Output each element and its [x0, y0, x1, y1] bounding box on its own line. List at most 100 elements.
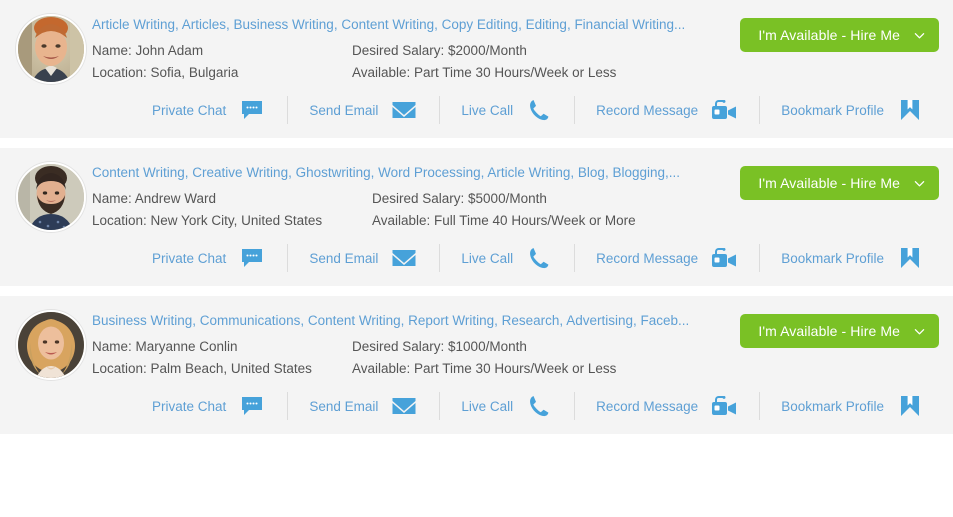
info-column-identity: Name: Maryanne Conlin Location: Palm Bea… — [92, 336, 352, 380]
hire-button-container: I'm Available - Hire Me — [740, 308, 943, 348]
record-message-label: Record Message — [596, 102, 699, 118]
bookmark-profile-action[interactable]: Bookmark Profile — [759, 244, 945, 272]
chevron-down-icon — [914, 30, 925, 41]
bookmark-icon — [897, 394, 923, 418]
phone-icon — [526, 98, 552, 122]
availability: Available: Full Time 40 Hours/Week or Mo… — [372, 213, 636, 228]
bookmark-profile-label: Bookmark Profile — [781, 102, 884, 118]
hire-me-label: I'm Available - Hire Me — [758, 323, 900, 339]
avatar[interactable] — [16, 14, 86, 84]
bookmark-icon — [897, 246, 923, 270]
send-email-label: Send Email — [309, 398, 379, 414]
hire-me-button[interactable]: I'm Available - Hire Me — [740, 18, 939, 52]
chat-bubble-icon — [239, 98, 265, 122]
phone-icon — [526, 246, 552, 270]
card-details: Article Writing, Articles, Business Writ… — [92, 12, 740, 84]
bookmark-profile-label: Bookmark Profile — [781, 398, 884, 414]
profile-card: Business Writing, Communications, Conten… — [0, 296, 953, 434]
record-message-action[interactable]: Record Message — [574, 96, 759, 124]
action-bar: Private Chat Send Email Live Call Record… — [0, 232, 953, 286]
hire-button-container: I'm Available - Hire Me — [740, 160, 943, 200]
bookmark-profile-action[interactable]: Bookmark Profile — [759, 392, 945, 420]
card-header: Content Writing, Creative Writing, Ghost… — [0, 148, 953, 232]
hire-me-label: I'm Available - Hire Me — [758, 175, 900, 191]
video-camera-icon — [711, 246, 737, 270]
chevron-down-icon — [914, 178, 925, 189]
action-bar: Private Chat Send Email Live Call Record… — [0, 84, 953, 138]
live-call-action[interactable]: Live Call — [439, 244, 574, 272]
video-camera-icon — [711, 394, 737, 418]
profile-name: Name: John Adam — [92, 43, 204, 58]
record-message-action[interactable]: Record Message — [574, 392, 759, 420]
live-call-action[interactable]: Live Call — [439, 96, 574, 124]
info-column-terms: Desired Salary: $1000/Month Available: P… — [352, 336, 736, 380]
profile-card: Content Writing, Creative Writing, Ghost… — [0, 148, 953, 286]
profile-location: Location: Sofia, Bulgaria — [92, 65, 239, 80]
live-call-label: Live Call — [461, 250, 514, 266]
send-email-action[interactable]: Send Email — [287, 96, 439, 124]
live-call-action[interactable]: Live Call — [439, 392, 574, 420]
envelope-icon — [391, 246, 417, 270]
profile-name: Name: Andrew Ward — [92, 191, 217, 206]
card-details: Business Writing, Communications, Conten… — [92, 308, 740, 380]
record-message-label: Record Message — [596, 398, 699, 414]
profile-location: Location: Palm Beach, United States — [92, 361, 312, 376]
action-bar: Private Chat Send Email Live Call Record… — [0, 380, 953, 434]
avatar-container — [10, 308, 92, 380]
record-message-action[interactable]: Record Message — [574, 244, 759, 272]
send-email-label: Send Email — [309, 250, 379, 266]
live-call-label: Live Call — [461, 102, 514, 118]
availability: Available: Part Time 30 Hours/Week or Le… — [352, 361, 617, 376]
skills-link[interactable]: Business Writing, Communications, Conten… — [92, 312, 732, 330]
info-column-identity: Name: John Adam Location: Sofia, Bulgari… — [92, 40, 352, 84]
card-details: Content Writing, Creative Writing, Ghost… — [92, 160, 740, 232]
hire-me-label: I'm Available - Hire Me — [758, 27, 900, 43]
private-chat-label: Private Chat — [152, 398, 227, 414]
avatar-container — [10, 160, 92, 232]
profile-card: Article Writing, Articles, Business Writ… — [0, 0, 953, 138]
send-email-action[interactable]: Send Email — [287, 392, 439, 420]
skills-link[interactable]: Article Writing, Articles, Business Writ… — [92, 16, 732, 34]
desired-salary: Desired Salary: $1000/Month — [352, 339, 527, 354]
record-message-label: Record Message — [596, 250, 699, 266]
live-call-label: Live Call — [461, 398, 514, 414]
envelope-icon — [391, 394, 417, 418]
info-column-terms: Desired Salary: $2000/Month Available: P… — [352, 40, 736, 84]
profile-name: Name: Maryanne Conlin — [92, 339, 238, 354]
private-chat-label: Private Chat — [152, 102, 227, 118]
bookmark-profile-label: Bookmark Profile — [781, 250, 884, 266]
desired-salary: Desired Salary: $5000/Month — [372, 191, 547, 206]
freelancer-listing: Article Writing, Articles, Business Writ… — [0, 0, 953, 434]
avatar-container — [10, 12, 92, 84]
info-grid: Name: Maryanne Conlin Location: Palm Bea… — [92, 336, 736, 380]
availability: Available: Part Time 30 Hours/Week or Le… — [352, 65, 617, 80]
card-header: Business Writing, Communications, Conten… — [0, 296, 953, 380]
info-grid: Name: Andrew Ward Location: New York Cit… — [92, 188, 736, 232]
info-grid: Name: John Adam Location: Sofia, Bulgari… — [92, 40, 736, 84]
envelope-icon — [391, 98, 417, 122]
desired-salary: Desired Salary: $2000/Month — [352, 43, 527, 58]
private-chat-label: Private Chat — [152, 250, 227, 266]
avatar[interactable] — [16, 310, 86, 380]
private-chat-action[interactable]: Private Chat — [130, 246, 287, 270]
card-header: Article Writing, Articles, Business Writ… — [0, 0, 953, 84]
info-column-identity: Name: Andrew Ward Location: New York Cit… — [92, 188, 372, 232]
chat-bubble-icon — [239, 394, 265, 418]
video-camera-icon — [711, 98, 737, 122]
private-chat-action[interactable]: Private Chat — [130, 98, 287, 122]
hire-me-button[interactable]: I'm Available - Hire Me — [740, 166, 939, 200]
info-column-terms: Desired Salary: $5000/Month Available: F… — [372, 188, 736, 232]
send-email-label: Send Email — [309, 102, 379, 118]
avatar[interactable] — [16, 162, 86, 232]
hire-me-button[interactable]: I'm Available - Hire Me — [740, 314, 939, 348]
bookmark-profile-action[interactable]: Bookmark Profile — [759, 96, 945, 124]
phone-icon — [526, 394, 552, 418]
hire-button-container: I'm Available - Hire Me — [740, 12, 943, 52]
private-chat-action[interactable]: Private Chat — [130, 394, 287, 418]
chat-bubble-icon — [239, 246, 265, 270]
send-email-action[interactable]: Send Email — [287, 244, 439, 272]
bookmark-icon — [897, 98, 923, 122]
chevron-down-icon — [914, 326, 925, 337]
skills-link[interactable]: Content Writing, Creative Writing, Ghost… — [92, 164, 732, 182]
profile-location: Location: New York City, United States — [92, 213, 323, 228]
